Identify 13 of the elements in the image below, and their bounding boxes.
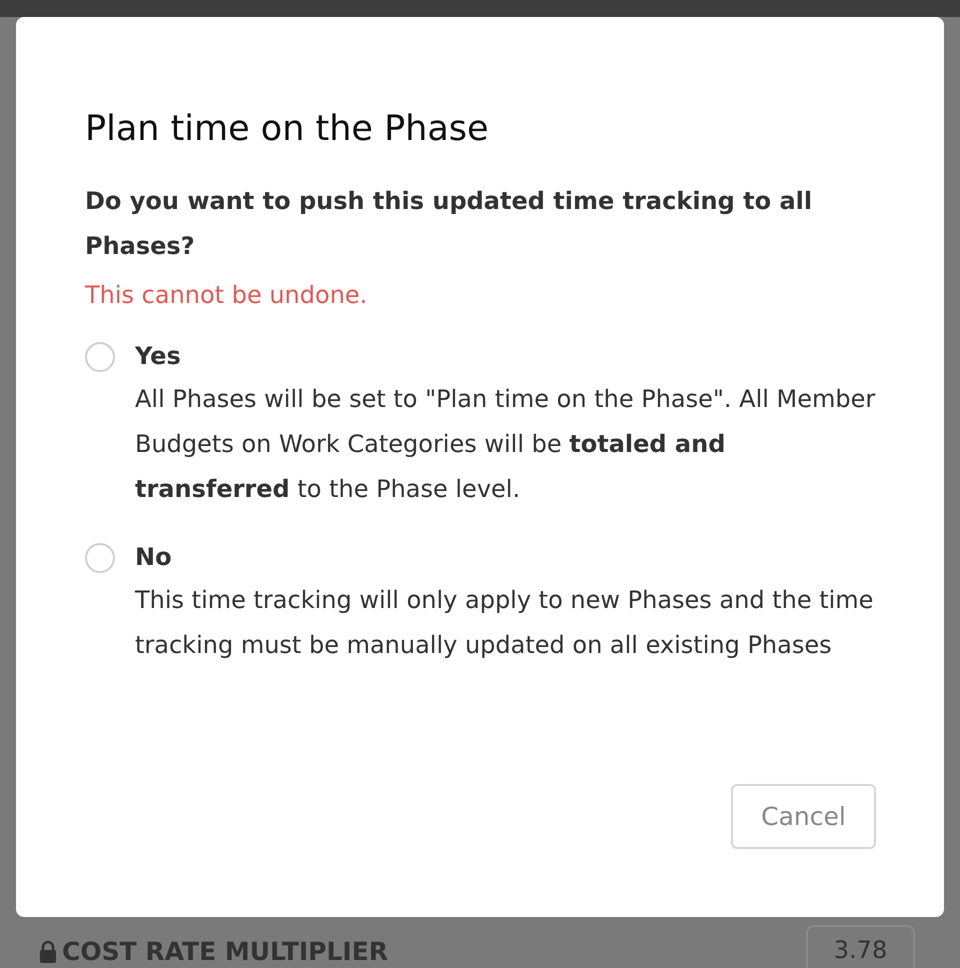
warning-text: This cannot be undone.	[85, 280, 368, 311]
field-label: COST RATE MULTIPLIER	[62, 938, 388, 966]
radio-button[interactable]	[85, 342, 115, 372]
option-label: Yes	[135, 341, 181, 372]
cancel-button[interactable]: Cancel	[731, 784, 876, 849]
value-field[interactable]: 3.78	[806, 925, 915, 968]
option-label: No	[135, 542, 172, 573]
option-description: This time tracking will only apply to new Phases and the time tracking must be manually updated on all existing Phases	[135, 585, 874, 661]
dialog-title: Plan time on the Phase	[85, 108, 489, 151]
option-description: All Phases will be set to "Plan time on the Phase". All Member Budgets on Work Categories will be totaled and transferred to the Phase level.	[135, 384, 876, 505]
lock-icon	[38, 940, 58, 964]
question-text: Do you want to push this updated time tracking to all Phases?	[85, 186, 814, 262]
radio-button[interactable]	[85, 543, 115, 573]
